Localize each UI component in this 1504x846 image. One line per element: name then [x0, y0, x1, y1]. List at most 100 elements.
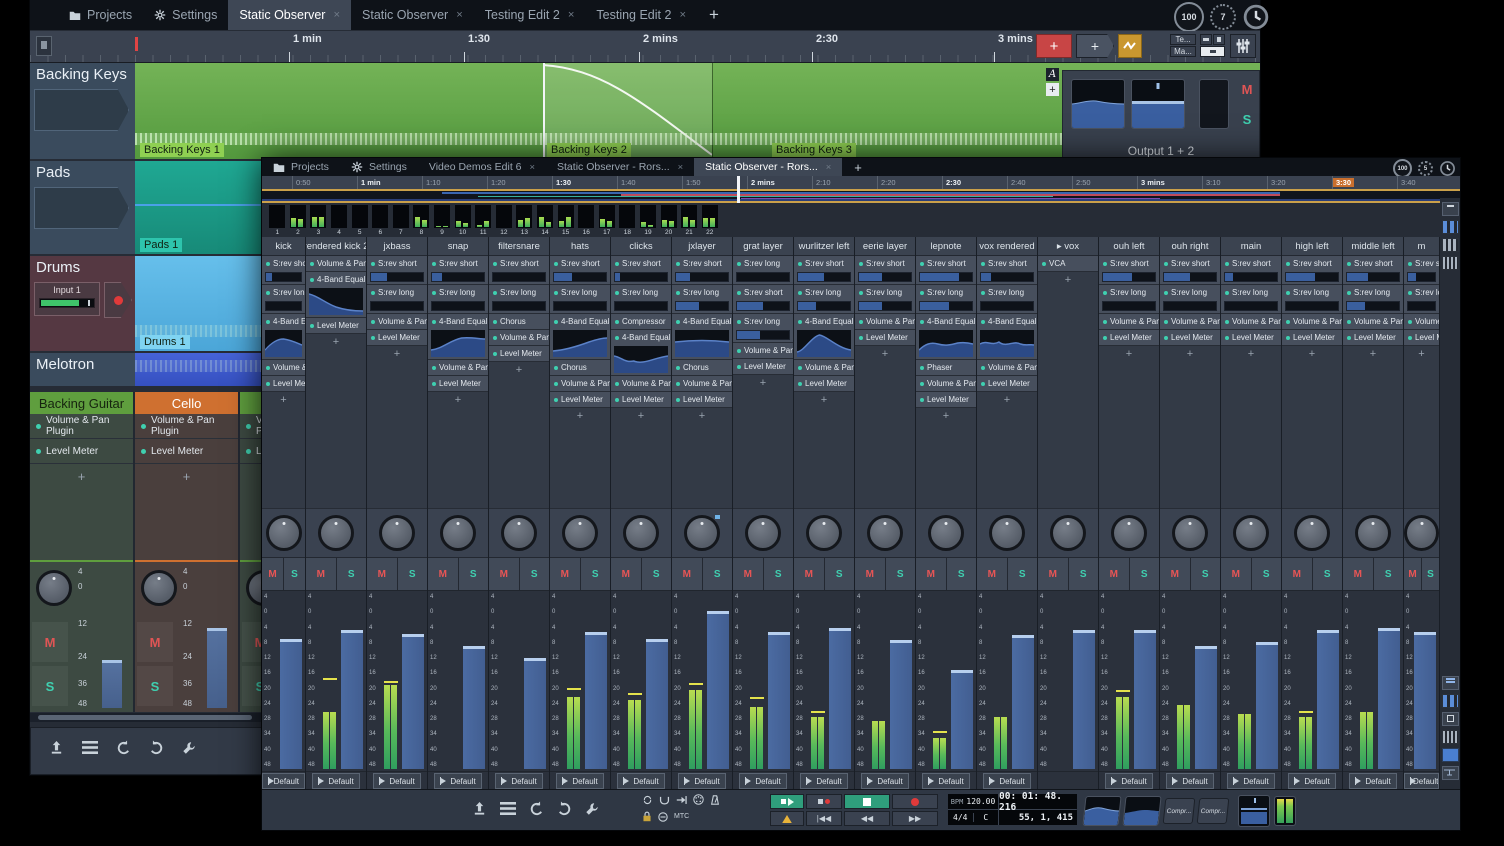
track-thumb[interactable]: 22 — [702, 205, 718, 236]
send-level-bar[interactable] — [858, 272, 912, 282]
preset-button[interactable]: Default — [434, 773, 481, 789]
track-thumb[interactable]: 7 — [393, 205, 409, 236]
plugin-level-meter[interactable]: Level Meter — [672, 392, 732, 408]
plugin-s-rev-long[interactable]: S:rev long — [977, 285, 1037, 314]
plugin-level-meter[interactable]: Level Meter — [1221, 330, 1281, 346]
bars-beats-display[interactable]: 55, 1, 415 — [1019, 813, 1073, 823]
tab-static-observer[interactable]: Static Observer× — [351, 0, 474, 30]
send-level-bar[interactable] — [675, 301, 729, 311]
track-header[interactable]: Backing Keys — [30, 63, 135, 159]
preset-button[interactable]: Default — [1166, 773, 1213, 789]
plugin-s-rev-long[interactable]: S:rev long — [1099, 285, 1159, 314]
pan-knob[interactable] — [1294, 515, 1330, 551]
tab-close-icon[interactable]: × — [679, 9, 686, 21]
mute-button[interactable]: M — [32, 622, 68, 662]
track-thumb[interactable]: 1 — [269, 205, 285, 236]
preset-button[interactable]: Default — [861, 773, 908, 789]
key-display[interactable]: C — [974, 813, 999, 822]
snapc-icon[interactable] — [658, 812, 668, 822]
mute-button[interactable]: M — [1282, 558, 1312, 590]
track-thumb[interactable]: 16 — [578, 205, 594, 236]
solo-button[interactable]: S — [1069, 558, 1099, 590]
pan-knob[interactable] — [562, 515, 598, 551]
plugin-s-rev-short[interactable]: S:rev short — [1221, 256, 1281, 285]
solo-button[interactable]: S — [825, 558, 855, 590]
send-level-bar[interactable] — [614, 272, 668, 282]
solo-button[interactable]: S — [398, 558, 428, 590]
eq-curve-thumbnail[interactable] — [919, 330, 973, 357]
volume-fader[interactable] — [707, 611, 729, 769]
volume-fader[interactable] — [1012, 635, 1034, 769]
add-plugin-button[interactable]: + — [1099, 346, 1159, 362]
track-thumb[interactable]: 20 — [661, 205, 677, 236]
track-thumb[interactable]: 4 — [331, 205, 347, 236]
mute-button[interactable]: M — [794, 558, 824, 590]
mute-button[interactable]: M — [672, 558, 702, 590]
track-io-selector[interactable] — [34, 187, 129, 229]
volume-fader[interactable] — [402, 634, 424, 769]
automation-add-button[interactable]: + — [1046, 83, 1059, 96]
plugin-chorus[interactable]: Chorus — [489, 314, 549, 330]
pan-knob[interactable] — [1233, 515, 1269, 551]
lock-icon[interactable] — [642, 811, 652, 822]
mute-button[interactable]: M — [428, 558, 458, 590]
send-level-bar[interactable] — [1102, 301, 1156, 311]
pan-knob[interactable] — [1050, 515, 1086, 551]
volume-fader[interactable] — [1378, 628, 1400, 769]
plugin-phaser[interactable]: Phaser — [916, 360, 976, 376]
eq-curve-thumbnail[interactable] — [614, 346, 668, 373]
plugin-4-band-equaliser[interactable]: 4-Band Equaliser — [262, 314, 305, 360]
send-level-bar[interactable] — [1407, 272, 1436, 282]
pan-knob[interactable] — [928, 515, 964, 551]
add-plugin-button[interactable]: + — [1160, 346, 1220, 362]
return-to-start-button[interactable]: |◀◀ — [806, 811, 842, 826]
layout-right-button[interactable] — [1213, 34, 1225, 45]
send-level-bar[interactable] — [980, 272, 1034, 282]
channel-name[interactable]: Cello — [135, 392, 238, 414]
send-level-bar[interactable] — [1346, 301, 1400, 311]
plugin-s-rev-long[interactable]: S:rev long — [1404, 285, 1439, 314]
solo-button[interactable]: S — [1008, 558, 1038, 590]
mute-button[interactable]: M — [550, 558, 580, 590]
pan-knob[interactable] — [36, 570, 72, 606]
master-solo-button[interactable]: S — [1237, 107, 1257, 131]
clip-label[interactable]: Backing Keys 1 — [140, 143, 224, 157]
plugin-4-band-equaliser[interactable]: 4-Band Equaliser — [977, 314, 1037, 360]
channel-name[interactable]: eerie layer — [855, 237, 915, 256]
track-thumb[interactable]: 14 — [537, 205, 553, 236]
master-fader-widget[interactable] — [1238, 795, 1270, 827]
pan-knob[interactable] — [440, 515, 476, 551]
send-level-bar[interactable] — [1163, 272, 1217, 282]
solo-button[interactable]: S — [459, 558, 489, 590]
solo-button[interactable]: S — [242, 666, 262, 706]
plugin-volume-pan-plugin[interactable]: Volume & Pan Plugin — [489, 330, 549, 346]
time-signature[interactable]: 4/4 — [948, 813, 974, 822]
plugin-s-rev-short[interactable]: S:rev short — [489, 256, 549, 285]
pan-knob[interactable] — [1172, 515, 1208, 551]
send-level-bar[interactable] — [797, 301, 851, 311]
undo-icon[interactable] — [116, 740, 131, 755]
tab-testing-edit-2[interactable]: Testing Edit 2× — [585, 0, 697, 30]
plugin-4-band-equaliser[interactable]: 4-Band Equaliser — [672, 314, 732, 360]
io-view-icon[interactable] — [1442, 730, 1459, 744]
plugin-s-rev-long[interactable]: S:rev long — [916, 285, 976, 314]
track-thumb[interactable]: 19 — [640, 205, 656, 236]
add-plugin-button[interactable]: + — [794, 392, 854, 408]
track-thumb[interactable]: 11 — [475, 205, 491, 236]
clip-label[interactable]: Pads 1 — [140, 238, 182, 252]
master-fader-thumbnail[interactable] — [1131, 79, 1185, 129]
send-level-bar[interactable] — [265, 301, 302, 311]
channel-name[interactable]: snap — [428, 237, 488, 256]
master-eq-thumbnail[interactable] — [1071, 79, 1125, 129]
pan-knob[interactable] — [745, 515, 781, 551]
add-plugin-button[interactable]: + — [733, 375, 793, 391]
pan-knob[interactable] — [141, 570, 177, 606]
plugin-s-rev-short[interactable]: S:rev short — [262, 256, 305, 285]
plugin-s-rev-short[interactable]: S:rev short — [1343, 256, 1403, 285]
clip-label[interactable]: Backing Keys 2 — [547, 143, 631, 157]
volume-fader[interactable] — [585, 632, 607, 769]
plugin-volume-pan-plugin[interactable]: Volume & Pan Plugin — [306, 256, 366, 272]
add-track-button[interactable]: + — [1036, 34, 1072, 58]
plugin-volume-pan-plugin[interactable]: Volume & Pan Plugin — [611, 376, 671, 392]
plugin-level-meter[interactable]: Level Meter — [855, 330, 915, 346]
